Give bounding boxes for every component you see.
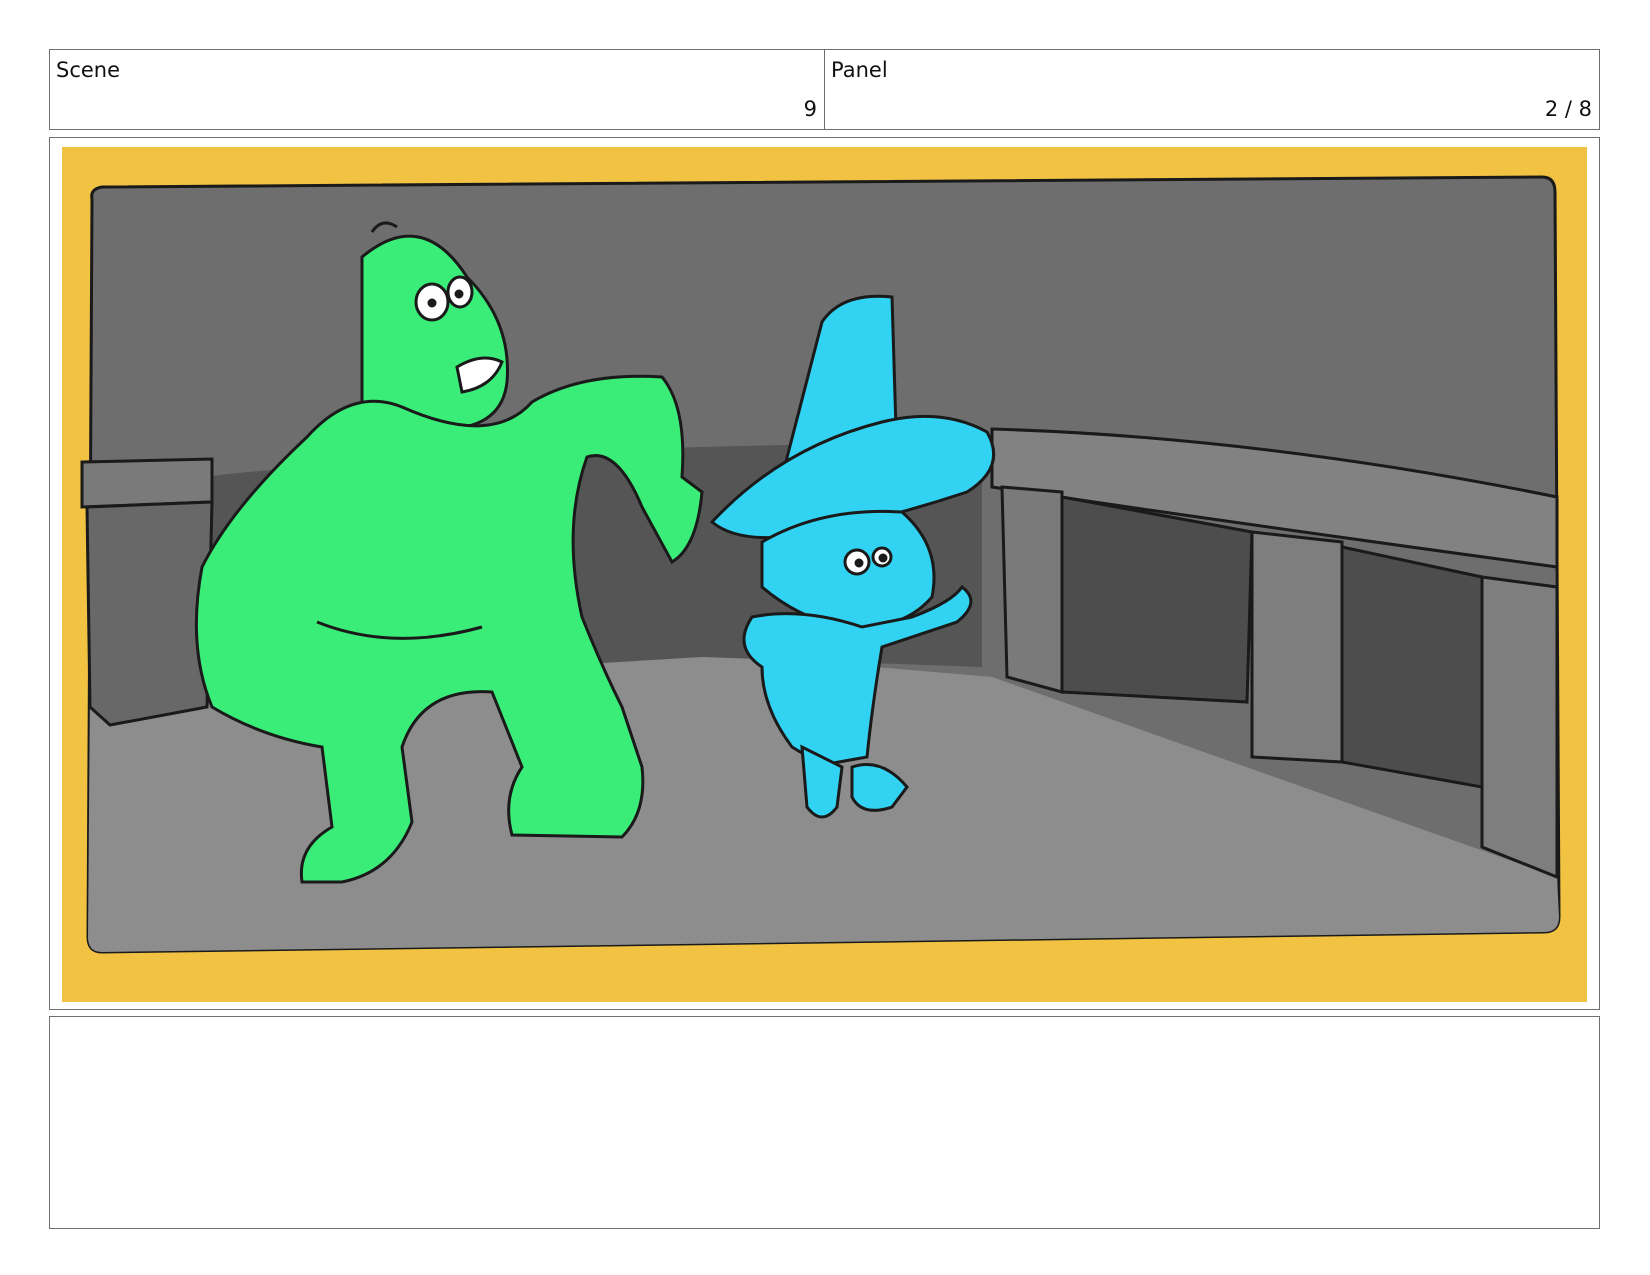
scene-cell: Scene 9 — [50, 50, 824, 129]
scene-number: 9 — [803, 97, 817, 121]
scene-label: Scene — [56, 58, 121, 82]
notes-box — [49, 1016, 1600, 1229]
storyboard-drawing — [62, 147, 1587, 1002]
header-row: Scene 9 Panel 2 / 8 — [49, 49, 1600, 130]
panel-number: 2 / 8 — [1544, 97, 1592, 121]
left-counter — [80, 457, 214, 727]
panel-label: Panel — [831, 58, 888, 82]
panel-cell: Panel 2 / 8 — [824, 50, 1599, 129]
storyboard-frame — [49, 137, 1600, 1010]
